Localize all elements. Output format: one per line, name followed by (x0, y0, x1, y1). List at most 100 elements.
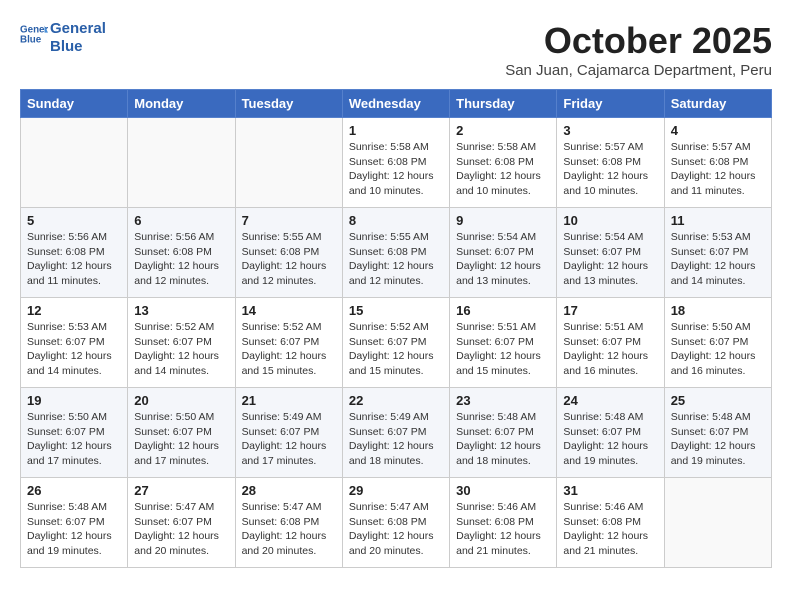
cell-details: Sunrise: 5:53 AM Sunset: 6:07 PM Dayligh… (27, 320, 121, 379)
day-number: 10 (563, 213, 657, 228)
cell-details: Sunrise: 5:54 AM Sunset: 6:07 PM Dayligh… (456, 230, 550, 289)
cell-details: Sunrise: 5:58 AM Sunset: 6:08 PM Dayligh… (456, 140, 550, 199)
cell-details: Sunrise: 5:50 AM Sunset: 6:07 PM Dayligh… (671, 320, 765, 379)
cell-details: Sunrise: 5:47 AM Sunset: 6:07 PM Dayligh… (134, 500, 228, 559)
calendar-week-row: 26 Sunrise: 5:48 AM Sunset: 6:07 PM Dayli… (21, 478, 772, 568)
calendar-cell: 30 Sunrise: 5:46 AM Sunset: 6:08 PM Dayli… (450, 478, 557, 568)
title-area: October 2025 San Juan, Cajamarca Departm… (505, 20, 772, 79)
day-number: 31 (563, 483, 657, 498)
cell-details: Sunrise: 5:50 AM Sunset: 6:07 PM Dayligh… (134, 410, 228, 469)
calendar-cell: 22 Sunrise: 5:49 AM Sunset: 6:07 PM Dayli… (342, 388, 449, 478)
cell-details: Sunrise: 5:47 AM Sunset: 6:08 PM Dayligh… (242, 500, 336, 559)
day-number: 30 (456, 483, 550, 498)
calendar-cell: 25 Sunrise: 5:48 AM Sunset: 6:07 PM Dayli… (664, 388, 771, 478)
day-number: 2 (456, 123, 550, 138)
calendar-cell: 6 Sunrise: 5:56 AM Sunset: 6:08 PM Daylig… (128, 208, 235, 298)
calendar-cell: 29 Sunrise: 5:47 AM Sunset: 6:08 PM Dayli… (342, 478, 449, 568)
logo-icon: General Blue (20, 20, 48, 48)
cell-details: Sunrise: 5:56 AM Sunset: 6:08 PM Dayligh… (27, 230, 121, 289)
cell-details: Sunrise: 5:49 AM Sunset: 6:07 PM Dayligh… (242, 410, 336, 469)
calendar-cell: 16 Sunrise: 5:51 AM Sunset: 6:07 PM Dayli… (450, 298, 557, 388)
logo: General Blue General Blue (20, 20, 106, 56)
day-number: 6 (134, 213, 228, 228)
logo-line1: General (50, 20, 106, 38)
cell-details: Sunrise: 5:49 AM Sunset: 6:07 PM Dayligh… (349, 410, 443, 469)
calendar-cell: 2 Sunrise: 5:58 AM Sunset: 6:08 PM Daylig… (450, 118, 557, 208)
day-number: 15 (349, 303, 443, 318)
day-number: 13 (134, 303, 228, 318)
calendar-cell: 1 Sunrise: 5:58 AM Sunset: 6:08 PM Daylig… (342, 118, 449, 208)
header-day-tuesday: Tuesday (235, 90, 342, 118)
header-day-monday: Monday (128, 90, 235, 118)
day-number: 16 (456, 303, 550, 318)
calendar-cell (128, 118, 235, 208)
header-day-sunday: Sunday (21, 90, 128, 118)
calendar-cell: 15 Sunrise: 5:52 AM Sunset: 6:07 PM Dayli… (342, 298, 449, 388)
cell-details: Sunrise: 5:52 AM Sunset: 6:07 PM Dayligh… (349, 320, 443, 379)
day-number: 29 (349, 483, 443, 498)
day-number: 4 (671, 123, 765, 138)
day-number: 9 (456, 213, 550, 228)
calendar-cell: 12 Sunrise: 5:53 AM Sunset: 6:07 PM Dayli… (21, 298, 128, 388)
calendar-week-row: 5 Sunrise: 5:56 AM Sunset: 6:08 PM Daylig… (21, 208, 772, 298)
calendar-cell: 28 Sunrise: 5:47 AM Sunset: 6:08 PM Dayli… (235, 478, 342, 568)
logo-line2: Blue (50, 38, 106, 56)
header-day-wednesday: Wednesday (342, 90, 449, 118)
day-number: 7 (242, 213, 336, 228)
day-number: 19 (27, 393, 121, 408)
day-number: 22 (349, 393, 443, 408)
day-number: 26 (27, 483, 121, 498)
month-title: October 2025 (505, 20, 772, 62)
cell-details: Sunrise: 5:55 AM Sunset: 6:08 PM Dayligh… (349, 230, 443, 289)
page-container: General Blue General Blue October 2025 S… (20, 20, 772, 568)
cell-details: Sunrise: 5:57 AM Sunset: 6:08 PM Dayligh… (671, 140, 765, 199)
calendar-week-row: 12 Sunrise: 5:53 AM Sunset: 6:07 PM Dayli… (21, 298, 772, 388)
cell-details: Sunrise: 5:57 AM Sunset: 6:08 PM Dayligh… (563, 140, 657, 199)
location-title: San Juan, Cajamarca Department, Peru (505, 62, 772, 79)
cell-details: Sunrise: 5:48 AM Sunset: 6:07 PM Dayligh… (27, 500, 121, 559)
day-number: 1 (349, 123, 443, 138)
day-number: 3 (563, 123, 657, 138)
day-number: 21 (242, 393, 336, 408)
cell-details: Sunrise: 5:53 AM Sunset: 6:07 PM Dayligh… (671, 230, 765, 289)
cell-details: Sunrise: 5:46 AM Sunset: 6:08 PM Dayligh… (563, 500, 657, 559)
day-number: 12 (27, 303, 121, 318)
day-number: 24 (563, 393, 657, 408)
svg-text:Blue: Blue (20, 34, 42, 45)
header-day-thursday: Thursday (450, 90, 557, 118)
calendar-cell: 4 Sunrise: 5:57 AM Sunset: 6:08 PM Daylig… (664, 118, 771, 208)
calendar-cell: 23 Sunrise: 5:48 AM Sunset: 6:07 PM Dayli… (450, 388, 557, 478)
day-number: 14 (242, 303, 336, 318)
calendar-cell: 7Sunrise: 5:55 AM Sunset: 6:08 PM Daylig… (235, 208, 342, 298)
calendar-table: SundayMondayTuesdayWednesdayThursdayFrid… (20, 89, 772, 568)
calendar-cell: 11 Sunrise: 5:53 AM Sunset: 6:07 PM Dayli… (664, 208, 771, 298)
day-number: 18 (671, 303, 765, 318)
cell-details: Sunrise: 5:50 AM Sunset: 6:07 PM Dayligh… (27, 410, 121, 469)
day-number: 25 (671, 393, 765, 408)
cell-details: Sunrise: 5:48 AM Sunset: 6:07 PM Dayligh… (456, 410, 550, 469)
calendar-cell (235, 118, 342, 208)
cell-details: Sunrise: 5:46 AM Sunset: 6:08 PM Dayligh… (456, 500, 550, 559)
calendar-week-row: 1 Sunrise: 5:58 AM Sunset: 6:08 PM Daylig… (21, 118, 772, 208)
day-number: 17 (563, 303, 657, 318)
day-number: 11 (671, 213, 765, 228)
cell-details: Sunrise: 5:51 AM Sunset: 6:07 PM Dayligh… (456, 320, 550, 379)
calendar-cell: 9 Sunrise: 5:54 AM Sunset: 6:07 PM Daylig… (450, 208, 557, 298)
cell-details: Sunrise: 5:54 AM Sunset: 6:07 PM Dayligh… (563, 230, 657, 289)
calendar-cell: 19 Sunrise: 5:50 AM Sunset: 6:07 PM Dayli… (21, 388, 128, 478)
calendar-cell: 20Sunrise: 5:50 AM Sunset: 6:07 PM Dayli… (128, 388, 235, 478)
cell-details: Sunrise: 5:48 AM Sunset: 6:07 PM Dayligh… (671, 410, 765, 469)
calendar-cell: 21 Sunrise: 5:49 AM Sunset: 6:07 PM Dayli… (235, 388, 342, 478)
cell-details: Sunrise: 5:47 AM Sunset: 6:08 PM Dayligh… (349, 500, 443, 559)
calendar-cell: 31 Sunrise: 5:46 AM Sunset: 6:08 PM Dayli… (557, 478, 664, 568)
day-number: 28 (242, 483, 336, 498)
calendar-cell: 8 Sunrise: 5:55 AM Sunset: 6:08 PM Daylig… (342, 208, 449, 298)
cell-details: Sunrise: 5:58 AM Sunset: 6:08 PM Dayligh… (349, 140, 443, 199)
cell-details: Sunrise: 5:56 AM Sunset: 6:08 PM Dayligh… (134, 230, 228, 289)
calendar-cell (664, 478, 771, 568)
day-number: 23 (456, 393, 550, 408)
calendar-cell: 26 Sunrise: 5:48 AM Sunset: 6:07 PM Dayli… (21, 478, 128, 568)
day-number: 8 (349, 213, 443, 228)
day-number: 5 (27, 213, 121, 228)
cell-details: Sunrise: 5:52 AM Sunset: 6:07 PM Dayligh… (134, 320, 228, 379)
